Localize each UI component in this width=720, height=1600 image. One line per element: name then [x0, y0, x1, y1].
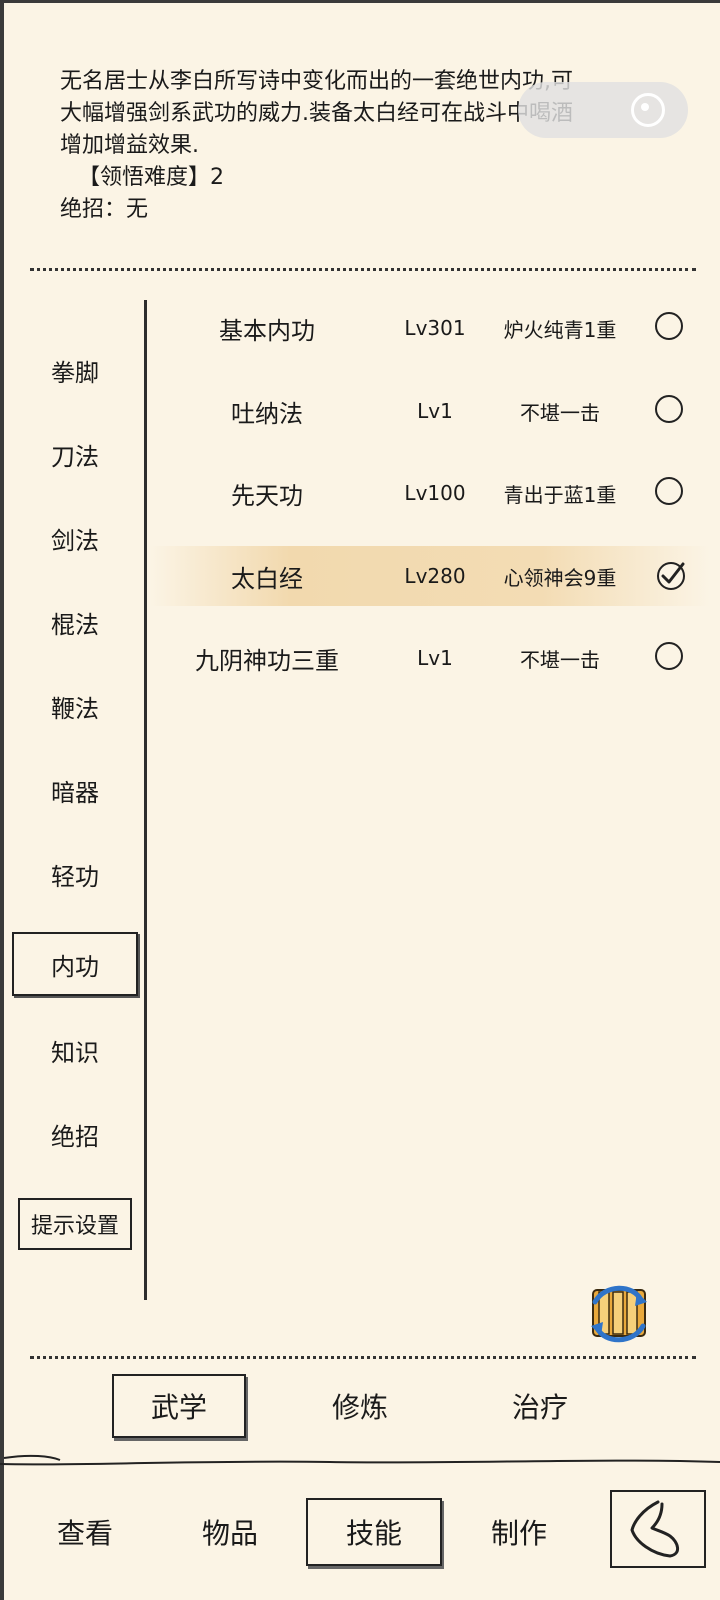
tab-martial[interactable]: 武学 — [112, 1374, 246, 1438]
skill-row[interactable]: 吐纳法 Lv1 不堪一击 — [150, 381, 710, 441]
scroll-swap-icon[interactable] — [585, 1282, 655, 1346]
equipped-check-icon[interactable] — [655, 560, 687, 592]
skill-rank: 不堪一击 — [520, 400, 600, 425]
back-button[interactable] — [610, 1490, 706, 1568]
capsule-ring — [631, 93, 665, 127]
sidebar-item-lightness[interactable]: 轻功 — [12, 844, 138, 904]
nav-skills[interactable]: 技能 — [306, 1498, 442, 1566]
equip-radio[interactable] — [655, 395, 683, 423]
equip-radio[interactable] — [655, 312, 683, 340]
sidebar-item-blade[interactable]: 刀法 — [12, 424, 138, 484]
nav-craft[interactable]: 制作 — [464, 1498, 574, 1566]
divider-top — [30, 268, 696, 271]
sidebar-divider — [144, 300, 147, 1300]
divider-bottom — [30, 1356, 696, 1359]
skill-level: Lv301 — [404, 316, 466, 340]
comprehension-difficulty: 【领悟难度】2 — [78, 165, 224, 190]
sidebar-item-sword[interactable]: 剑法 — [12, 508, 138, 568]
sidebar-item-fist[interactable]: 拳脚 — [12, 340, 138, 400]
sidebar-item-staff[interactable]: 棍法 — [12, 592, 138, 652]
skill-rank: 青出于蓝1重 — [503, 482, 617, 507]
nav-view[interactable]: 查看 — [30, 1498, 140, 1566]
back-icon — [630, 1500, 679, 1558]
tab-cultivate[interactable]: 修炼 — [300, 1374, 420, 1438]
brush-stroke-divider — [0, 1454, 720, 1466]
skill-level: Lv280 — [404, 564, 466, 588]
nav-items[interactable]: 物品 — [175, 1498, 285, 1566]
sidebar-item-hidden-weapon[interactable]: 暗器 — [12, 760, 138, 820]
skill-rank: 心领神会9重 — [503, 565, 617, 590]
mini-program-capsule-icon[interactable] — [518, 82, 688, 138]
tab-heal[interactable]: 治疗 — [480, 1374, 600, 1438]
sidebar-item-ultimate[interactable]: 绝招 — [12, 1104, 138, 1164]
skill-row[interactable]: 基本内功 Lv301 炉火纯青1重 — [150, 298, 710, 358]
skill-level: Lv1 — [417, 399, 453, 423]
skill-name: 太白经 — [231, 564, 303, 593]
skill-rank: 不堪一击 — [520, 647, 600, 672]
equip-radio[interactable] — [655, 642, 683, 670]
hint-settings-button[interactable]: 提示设置 — [18, 1198, 132, 1250]
skill-name: 吐纳法 — [231, 399, 303, 428]
sidebar-item-knowledge[interactable]: 知识 — [12, 1020, 138, 1080]
skill-row-selected[interactable]: 太白经 Lv280 心领神会9重 — [150, 546, 710, 606]
skill-level: Lv100 — [404, 481, 466, 505]
skill-name: 九阴神功三重 — [195, 646, 339, 675]
skill-row[interactable]: 九阴神功三重 Lv1 不堪一击 — [150, 628, 710, 688]
sidebar-item-whip[interactable]: 鞭法 — [12, 676, 138, 736]
sidebar-item-inner-power[interactable]: 内功 — [12, 932, 138, 996]
capsule-dot — [641, 103, 649, 111]
equip-radio[interactable] — [655, 477, 683, 505]
frame-border-left — [0, 0, 4, 1600]
ultimate-move: 绝招：无 — [60, 197, 149, 222]
skill-rank: 炉火纯青1重 — [503, 317, 617, 342]
skill-row[interactable]: 先天功 Lv100 青出于蓝1重 — [150, 463, 710, 523]
skill-name: 先天功 — [231, 481, 303, 510]
skill-level: Lv1 — [417, 646, 453, 670]
frame-border-top — [0, 0, 720, 3]
skill-name: 基本内功 — [219, 316, 315, 345]
